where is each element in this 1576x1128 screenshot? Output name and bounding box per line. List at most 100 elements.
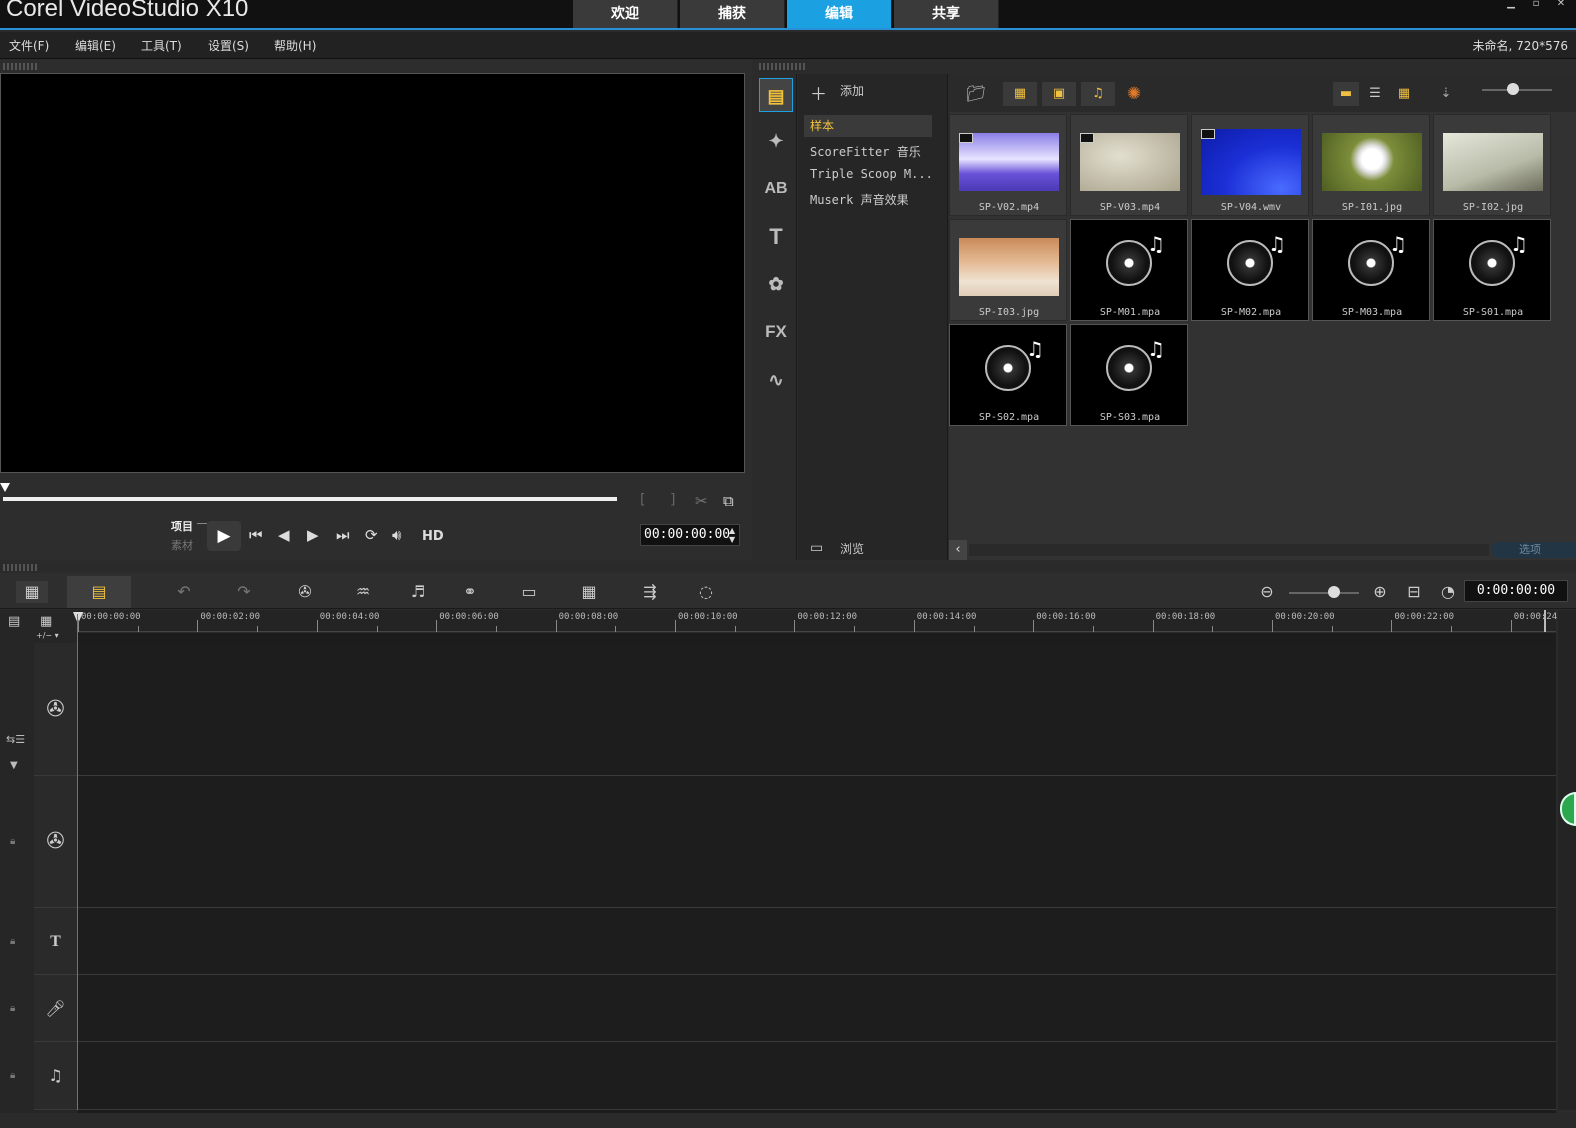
fit-project-icon[interactable]: ⊟: [1398, 581, 1430, 603]
music-note-icon[interactable]: ♫: [34, 1042, 78, 1110]
title-t-icon[interactable]: T: [34, 908, 78, 975]
folder-muserk[interactable]: Muserk 声音效果: [810, 191, 909, 208]
mode-clip[interactable]: 素材: [171, 537, 193, 553]
lock-icon[interactable]: 🔒︎: [10, 1003, 15, 1014]
title-icon[interactable]: T: [759, 220, 793, 254]
media-item[interactable]: ♫ SP-M02.mpa: [1191, 219, 1309, 321]
multi-camera-icon[interactable]: ▦: [573, 581, 605, 603]
track-manager-icon[interactable]: ▤: [8, 614, 20, 629]
timeline-timecode[interactable]: 0:00:00:00: [1464, 580, 1568, 602]
overlay-track-lane[interactable]: [78, 776, 1556, 908]
hd-toggle[interactable]: HD: [422, 529, 444, 544]
mask-creator-icon[interactable]: ◌: [690, 581, 722, 603]
playhead-line[interactable]: [77, 614, 78, 1110]
subtitle-editor-icon[interactable]: ▭: [513, 581, 545, 603]
scroll-left-icon[interactable]: ‹: [949, 540, 967, 560]
prev-frame-icon[interactable]: ◀: [278, 526, 290, 544]
show-photo-icon[interactable]: ▣: [1042, 82, 1076, 106]
zoom-in-icon[interactable]: ⊕: [1364, 581, 1396, 603]
timeline-view-icon[interactable]: ▤: [67, 576, 131, 608]
scrub-head[interactable]: [0, 483, 10, 492]
tab-edit[interactable]: 编辑: [787, 0, 892, 28]
lock-icon[interactable]: 🔒︎: [10, 836, 15, 847]
voice-track-lane[interactable]: [78, 975, 1556, 1042]
lock-icon[interactable]: 🔒︎: [10, 1070, 15, 1081]
mode-project[interactable]: 项目: [171, 518, 193, 534]
volume-icon[interactable]: 🔊︎: [392, 526, 401, 544]
music-track-lane[interactable]: [78, 1042, 1556, 1110]
tracker-icon[interactable]: ✺: [1121, 82, 1147, 106]
chapter-cue-icon[interactable]: ▦: [40, 614, 52, 629]
tab-welcome[interactable]: 欢迎: [573, 0, 678, 28]
tab-share[interactable]: 共享: [894, 0, 999, 28]
show-video-icon[interactable]: ▦: [1003, 82, 1037, 106]
panel-grip[interactable]: [3, 564, 39, 571]
media-item[interactable]: SP-I01.jpg: [1312, 114, 1430, 216]
media-item[interactable]: ♫ SP-S02.mpa: [949, 324, 1067, 426]
close-icon[interactable]: ✕: [1550, 0, 1572, 10]
thumb-size-handle[interactable]: [1507, 83, 1519, 95]
menu-edit[interactable]: 编辑(E): [75, 37, 116, 54]
zoom-slider[interactable]: [1289, 592, 1359, 594]
mark-out-icon[interactable]: ]: [670, 492, 675, 508]
horizontal-scrollbar[interactable]: [969, 544, 1489, 556]
ripple-dropdown-icon[interactable]: ▼: [10, 760, 18, 771]
mark-in-icon[interactable]: [: [640, 492, 645, 508]
add-remove-chapter-icon[interactable]: +/− ▾: [36, 631, 59, 640]
title-track-lane[interactable]: [78, 908, 1556, 975]
folder-samples[interactable]: 样本: [804, 115, 932, 137]
browse-icon[interactable]: ▭: [810, 540, 823, 556]
film-reel-icon[interactable]: ✇: [34, 776, 78, 908]
media-item[interactable]: ♫ SP-M01.mpa: [1070, 219, 1188, 321]
browse-button[interactable]: 浏览: [840, 540, 864, 557]
maximize-icon[interactable]: ▫: [1525, 0, 1547, 10]
redo-icon[interactable]: ↷: [228, 581, 260, 603]
enlarge-icon[interactable]: ⧉: [723, 492, 734, 510]
view-list-icon[interactable]: ☰: [1362, 82, 1388, 106]
import-folder-icon[interactable]: 📁︎: [963, 82, 989, 106]
microphone-icon[interactable]: 🎤︎: [34, 975, 78, 1042]
scrub-bar[interactable]: [3, 497, 617, 501]
zoom-out-icon[interactable]: ⊖: [1251, 581, 1283, 603]
play-button[interactable]: ▶: [207, 521, 241, 551]
film-reel-icon[interactable]: ✇: [34, 643, 78, 776]
record-capture-icon[interactable]: ✇: [289, 581, 321, 603]
menu-file[interactable]: 文件(F): [9, 37, 49, 54]
menu-help[interactable]: 帮助(H): [274, 37, 316, 54]
media-item[interactable]: SP-V02.mp4: [949, 114, 1067, 216]
time-remapping-icon[interactable]: ⇶: [634, 581, 666, 603]
undo-icon[interactable]: ↶: [168, 581, 200, 603]
options-button[interactable]: 选项: [1491, 542, 1576, 558]
minimize-icon[interactable]: ▁: [1500, 0, 1522, 10]
panel-grip[interactable]: [3, 63, 39, 70]
view-thumbnail-icon[interactable]: ▬: [1333, 82, 1359, 106]
auto-music-icon[interactable]: ♬: [402, 581, 434, 603]
motion-tracking-icon[interactable]: ⚭: [454, 581, 486, 603]
video-track-lane[interactable]: [78, 643, 1556, 776]
sound-mixer-icon[interactable]: ♒: [347, 581, 379, 603]
path-icon[interactable]: ∿: [759, 363, 793, 397]
menu-settings[interactable]: 设置(S): [208, 37, 249, 54]
player-timecode[interactable]: 00:00:00:00: [640, 524, 740, 546]
vertical-scrollbar[interactable]: [1558, 610, 1576, 1110]
add-folder-button[interactable]: 添加: [840, 82, 864, 99]
repeat-icon[interactable]: ⟳: [365, 526, 378, 544]
timecode-spinner-icon[interactable]: ▲ ▼: [729, 526, 735, 544]
media-icon[interactable]: ▤: [759, 78, 793, 112]
split-clip-icon[interactable]: ✂: [695, 492, 708, 510]
panel-grip[interactable]: [759, 63, 805, 70]
show-audio-icon[interactable]: ♫: [1081, 82, 1115, 106]
menu-tools[interactable]: 工具(T): [141, 37, 182, 54]
next-frame-icon[interactable]: ▶: [307, 526, 319, 544]
folder-scorefitter[interactable]: ScoreFitter 音乐: [810, 143, 921, 160]
project-duration-icon[interactable]: ◔: [1432, 581, 1464, 603]
media-item[interactable]: SP-V04.wmv: [1191, 114, 1309, 216]
instant-project-icon[interactable]: ✦: [759, 124, 793, 158]
lock-icon[interactable]: 🔒︎: [10, 936, 15, 947]
folder-triple-scoop[interactable]: Triple Scoop M...: [810, 167, 933, 181]
ripple-edit-icon[interactable]: ⇆☰: [6, 733, 25, 746]
media-item[interactable]: ♫ SP-S01.mpa: [1433, 219, 1551, 321]
media-item[interactable]: SP-I02.jpg: [1433, 114, 1551, 216]
storyboard-view-icon[interactable]: ▦: [16, 581, 48, 603]
add-icon[interactable]: ＋: [810, 80, 827, 105]
